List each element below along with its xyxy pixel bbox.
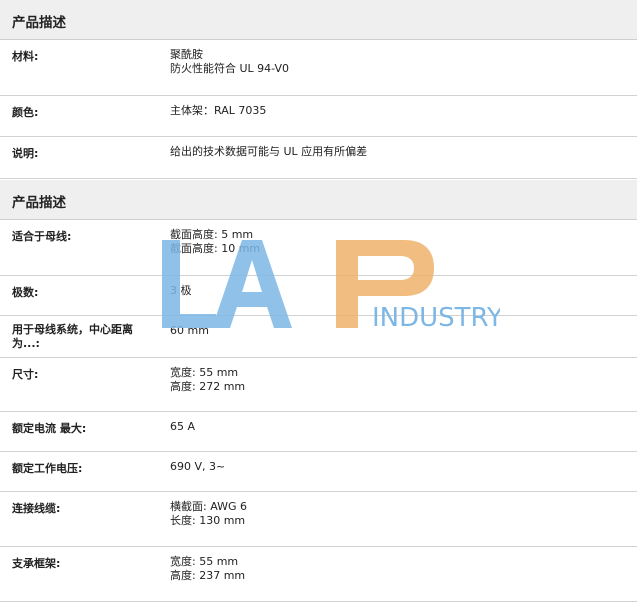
spec-value-line: 60 mm: [170, 324, 209, 337]
spec-value: 60 mm: [170, 324, 209, 338]
spec-label: 额定电流 最大:: [12, 422, 87, 435]
spec-row-material: 材料: 聚酰胺 防火性能符合 UL 94-V0: [0, 40, 637, 96]
spec-value-line: 给出的技术数据可能与 UL 应用有所偏差: [170, 145, 368, 158]
spec-label: 尺寸:: [12, 368, 39, 381]
spec-value-line: 截面高度: 10 mm: [170, 241, 261, 255]
spec-label: 极数:: [12, 286, 39, 299]
spec-value: 3 极: [170, 284, 192, 298]
spec-label: 颜色:: [12, 106, 39, 119]
spec-row-dimensions: 尺寸: 宽度: 55 mm 高度: 272 mm: [0, 358, 637, 412]
spec-value-line: 宽度: 55 mm: [170, 366, 239, 379]
spec-row-rated-current: 额定电流 最大: 65 A: [0, 412, 637, 452]
spec-value-line: 防火性能符合 UL 94-V0: [170, 61, 290, 75]
spec-value: 横截面: AWG 6 长度: 130 mm: [170, 500, 247, 527]
spec-label: 支承框架:: [12, 557, 61, 570]
spec-row-support-frame: 支承框架: 宽度: 55 mm 高度: 237 mm: [0, 547, 637, 602]
spec-row-center-distance: 用于母线系统，中心距离为...: 60 mm: [0, 316, 637, 358]
spec-value: 给出的技术数据可能与 UL 应用有所偏差: [170, 145, 367, 159]
spec-row-color: 颜色: 主体架：RAL 7035: [0, 96, 637, 137]
spec-value-line: 高度: 237 mm: [170, 568, 246, 582]
spec-value: 宽度: 55 mm 高度: 272 mm: [170, 366, 245, 393]
spec-value-line: 长度: 130 mm: [170, 513, 246, 527]
spec-row-busbar: 适合于母线: 截面高度: 5 mm 截面高度: 10 mm: [0, 220, 637, 276]
spec-row-rated-voltage: 额定工作电压: 690 V, 3~: [0, 452, 637, 492]
spec-row-poles: 极数: 3 极: [0, 276, 637, 316]
spec-value: 690 V, 3~: [170, 460, 225, 474]
spec-row-cable: 连接线缆: 横截面: AWG 6 长度: 130 mm: [0, 492, 637, 547]
spec-label: 用于母线系统，中心距离为...:: [12, 323, 133, 350]
spec-value-line: 宽度: 55 mm: [170, 555, 239, 568]
spec-value-line: 聚酰胺: [170, 48, 203, 61]
spec-label: 连接线缆:: [12, 502, 61, 515]
spec-value-line: 65 A: [170, 420, 196, 433]
spec-value-line: 3 极: [170, 284, 192, 297]
section-title: 产品描述: [12, 195, 66, 211]
spec-label: 额定工作电压:: [12, 462, 83, 475]
spec-value: 宽度: 55 mm 高度: 237 mm: [170, 555, 245, 582]
spec-value-line: 横截面: AWG 6: [170, 500, 248, 513]
spec-value-line: 截面高度: 5 mm: [170, 228, 254, 241]
section-title: 产品描述: [12, 15, 66, 31]
spec-value: 聚酰胺 防火性能符合 UL 94-V0: [170, 48, 289, 75]
spec-value-line: 690 V, 3~: [170, 460, 226, 473]
spec-row-note: 说明: 给出的技术数据可能与 UL 应用有所偏差: [0, 137, 637, 179]
spec-value: 主体架：RAL 7035: [170, 104, 266, 118]
spec-label: 适合于母线:: [12, 230, 72, 243]
spec-value: 65 A: [170, 420, 195, 434]
spec-value: 截面高度: 5 mm 截面高度: 10 mm: [170, 228, 260, 255]
spec-label: 说明:: [12, 147, 39, 160]
spec-value-line: 高度: 272 mm: [170, 379, 246, 393]
section-header-product-description-2: 产品描述: [0, 180, 637, 220]
spec-value-line: 主体架：RAL 7035: [170, 104, 267, 117]
section-header-product-description: 产品描述: [0, 0, 637, 40]
spec-label: 材料:: [12, 50, 39, 63]
